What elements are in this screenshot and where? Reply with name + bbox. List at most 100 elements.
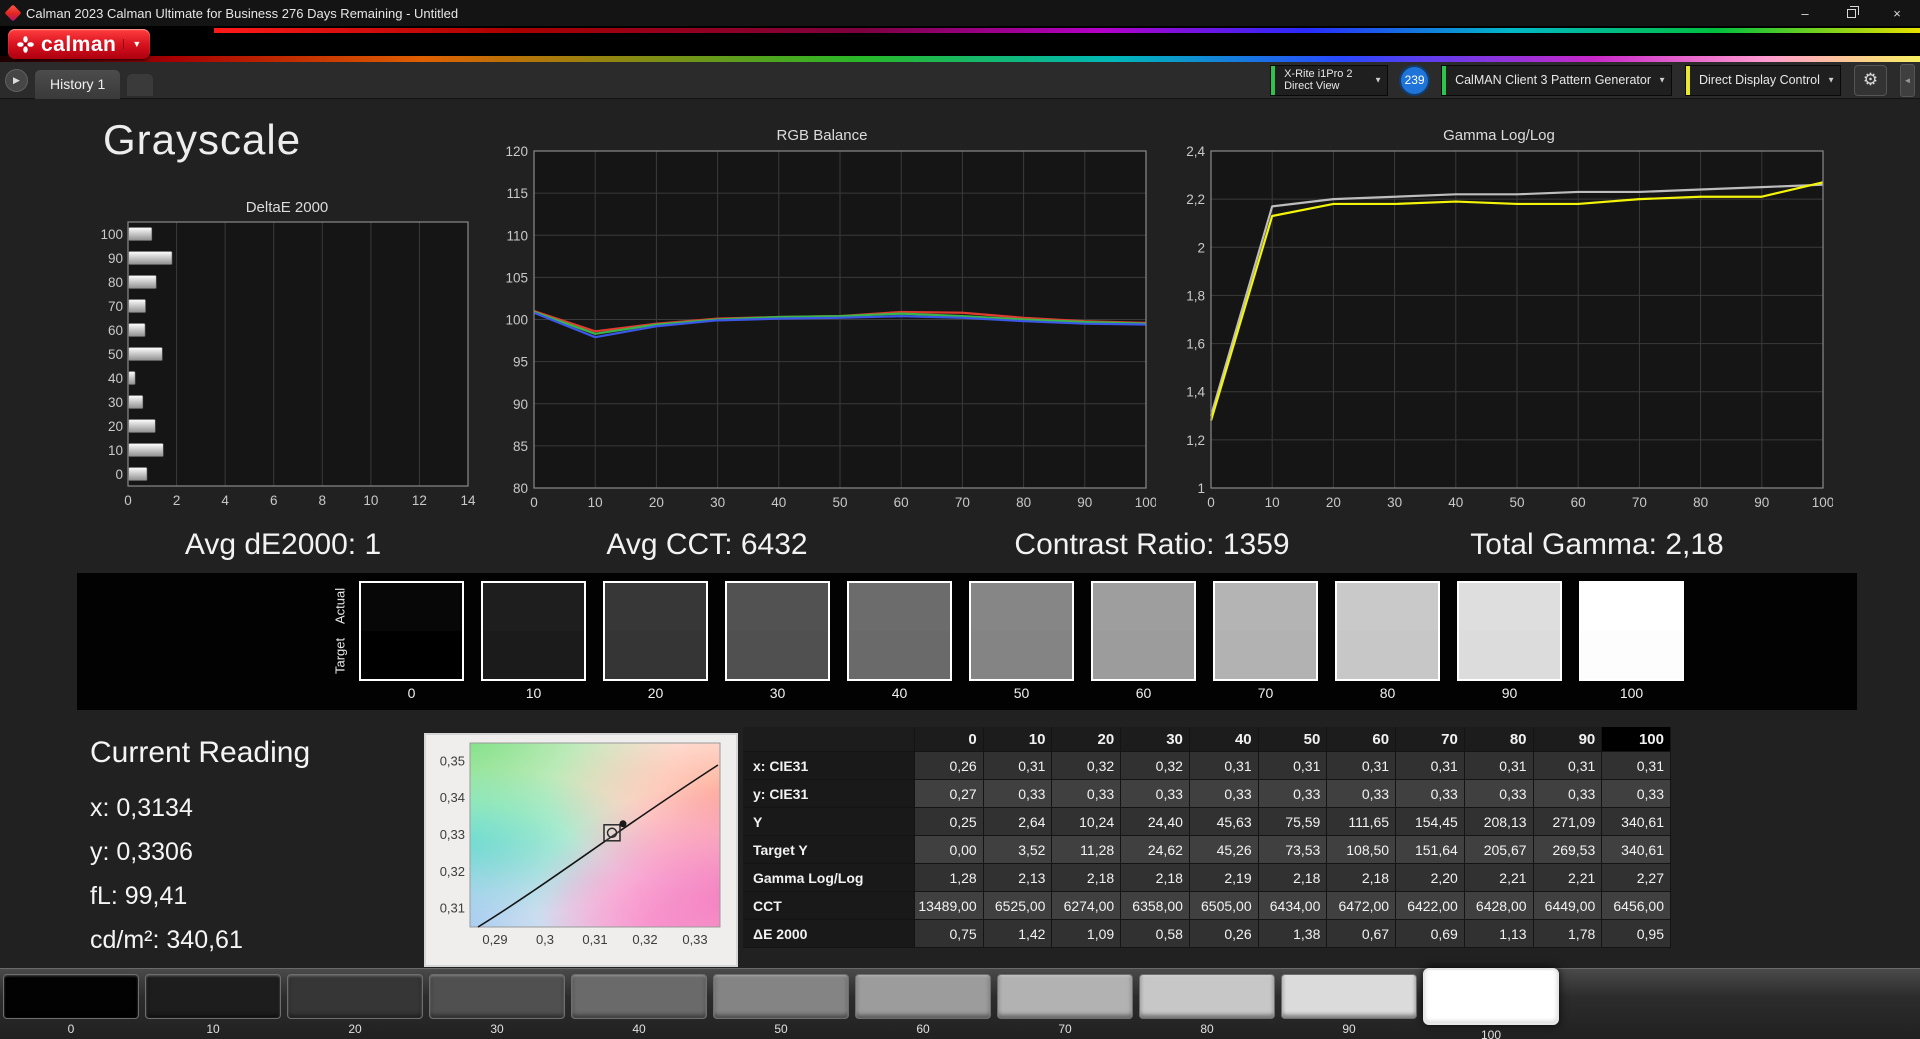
tab-label: History 1 [50,76,106,92]
table-cell: 6274,00 [1052,892,1122,920]
patch-level-label: 10 [206,1022,220,1036]
swatch-row-labels: Actual Target [329,581,351,681]
pattern-patch-10[interactable]: 10 [145,974,281,1036]
y-tick-label: 20 [108,419,123,434]
table-cell: 0,32 [1052,752,1122,780]
calman-logo-text: calman [41,32,117,56]
patch-swatch[interactable] [997,974,1133,1019]
table-cell: 340,61 [1602,836,1671,864]
pattern-patch-40[interactable]: 40 [571,974,707,1036]
table-cell: 2,64 [983,808,1053,836]
pattern-generator-selector[interactable]: CalMAN Client 3 Pattern Generator ▼ [1441,64,1672,96]
x-tick-label: 80 [1016,495,1031,510]
x-tick-label: 0,29 [482,932,507,947]
patch-swatch[interactable] [429,974,565,1019]
tab-history-1[interactable]: History 1 [35,69,121,99]
pattern-patch-80[interactable]: 80 [1139,974,1275,1036]
table-col-header: 70 [1396,727,1465,752]
grayscale-swatch-40: 40 [847,581,952,701]
settings-button[interactable]: ⚙ [1854,64,1887,96]
pattern-patch-0[interactable]: 0 [3,974,139,1036]
close-button[interactable]: × [1874,0,1920,26]
x-tick-label: 100 [1135,495,1156,510]
table-cell: 24,40 [1121,808,1190,836]
deltae-bar [128,443,164,457]
table-cell: 0,33 [1396,780,1465,808]
table-cell: 6428,00 [1464,892,1534,920]
side-panel-toggle[interactable]: ◄ [1900,63,1915,97]
reading-x: x: 0,3134 [90,794,193,822]
patch-level-label: 40 [632,1022,646,1036]
table-cell: 6525,00 [983,892,1053,920]
y-tick-label: 110 [506,228,528,243]
pattern-patch-50[interactable]: 50 [713,974,849,1036]
restore-button[interactable] [1828,0,1874,26]
table-cell: 10,24 [1052,808,1122,836]
table-cell: 0,31 [983,752,1053,780]
y-tick-label: 120 [505,146,528,159]
patch-swatch[interactable] [1423,968,1559,1025]
pattern-bar: 0102030405060708090100 ▲▣ ■▶▦∞↻ « Back N… [0,968,1920,1039]
logo-dropdown-icon[interactable]: ▼ [123,39,141,49]
patch-swatch[interactable] [855,974,991,1019]
x-tick-label: 70 [955,495,970,510]
grayscale-swatch-80: 80 [1335,581,1440,701]
reading-y: y: 0,3306 [90,838,193,866]
meter-selector[interactable]: X-Rite i1Pro 2 Direct View ▼ [1270,64,1389,96]
table-cell: 2,18 [1258,864,1328,892]
swatch-target [1581,631,1682,679]
table-cell: 0,33 [1602,780,1671,808]
patch-swatch[interactable] [3,974,139,1019]
table-cell: 0,25 [915,808,984,836]
deltae-bar [128,419,156,433]
table-cell: 2,19 [1189,864,1259,892]
patch-level-label: 50 [774,1022,788,1036]
pattern-patch-100[interactable]: 100 [1423,968,1559,1039]
meter-mode: Direct View [1284,80,1340,92]
patch-swatch[interactable] [287,974,423,1019]
table-cell: 1,42 [983,920,1053,948]
table-cell: 2,21 [1533,864,1603,892]
pattern-patch-70[interactable]: 70 [997,974,1133,1036]
table-cell: 0,67 [1327,920,1397,948]
history-nav-button[interactable]: ▶ [5,68,28,92]
patch-level-label: 20 [348,1022,362,1036]
swatch-level-label: 20 [647,685,664,701]
patch-swatch[interactable] [713,974,849,1019]
table-cell: 0,69 [1396,920,1465,948]
pattern-patch-60[interactable]: 60 [855,974,991,1036]
minimize-button[interactable]: – [1782,0,1828,26]
table-cell: 0,31 [1327,752,1397,780]
grayscale-swatch-100: 100 [1579,581,1684,701]
calman-logo-button[interactable]: calman ▼ [8,29,151,59]
pattern-patch-30[interactable]: 30 [429,974,565,1036]
table-cell: 1,38 [1258,920,1328,948]
table-cell: 0,33 [1533,780,1603,808]
swatch-level-label: 40 [891,685,908,701]
y-tick-label: 1,6 [1186,337,1205,352]
patch-swatch[interactable] [1281,974,1417,1019]
y-tick-label: 115 [506,186,528,201]
x-tick-label: 6 [270,493,278,508]
contrast-ratio-stat: Contrast Ratio: 1359 [1014,528,1290,561]
x-tick-label: 10 [1265,495,1280,510]
table-cell: 0,33 [1258,780,1328,808]
y-tick-label: 105 [505,270,528,285]
table-col-header: 20 [1052,727,1122,752]
patch-swatch[interactable] [145,974,281,1019]
swatch-box [1579,581,1684,681]
patch-swatch[interactable] [571,974,707,1019]
y-tick-label: 60 [108,323,123,338]
x-tick-label: 60 [1571,495,1586,510]
meter-count-badge[interactable]: 239 [1401,66,1429,94]
pattern-generator-label: CalMAN Client 3 Pattern Generator [1455,73,1651,87]
patch-level-label: 70 [1058,1022,1072,1036]
table-cell: 2,27 [1602,864,1671,892]
tab-new[interactable] [127,74,154,96]
display-control-selector[interactable]: Direct Display Control ▼ [1685,64,1841,96]
patch-swatch[interactable] [1139,974,1275,1019]
pattern-patch-20[interactable]: 20 [287,974,423,1036]
swatch-level-label: 70 [1257,685,1274,701]
pattern-patch-90[interactable]: 90 [1281,974,1417,1036]
swatch-box [1091,581,1196,681]
